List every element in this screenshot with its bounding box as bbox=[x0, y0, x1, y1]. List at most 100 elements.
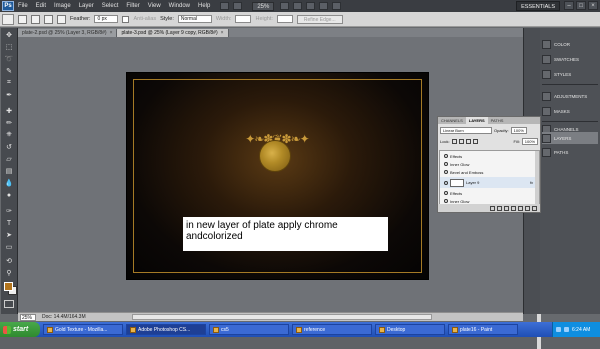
foreground-color-swatch[interactable] bbox=[4, 282, 13, 291]
marquee-tool-preset-icon[interactable] bbox=[2, 13, 14, 25]
dock-styles[interactable]: STYLES bbox=[542, 68, 598, 80]
lock-all-icon[interactable] bbox=[472, 139, 478, 144]
arrange-documents-icon[interactable] bbox=[319, 2, 329, 10]
menu-edit[interactable]: Edit bbox=[32, 0, 50, 12]
add-style-icon[interactable] bbox=[497, 205, 502, 211]
visibility-eye-icon[interactable] bbox=[444, 191, 448, 195]
task-firefox[interactable]: Gold Texture - Mozilla... bbox=[43, 324, 123, 335]
subtract-selection-icon[interactable] bbox=[44, 14, 53, 24]
tab-channels[interactable]: CHANNELS bbox=[438, 117, 466, 124]
task-cs5[interactable]: cs5 bbox=[209, 324, 289, 335]
fill-input[interactable]: 100% bbox=[521, 138, 538, 145]
3d-rotate-tool-icon[interactable]: ⟲ bbox=[3, 256, 15, 266]
task-photoshop[interactable]: Adobe Photoshop CS... bbox=[126, 324, 206, 335]
intersect-selection-icon[interactable] bbox=[57, 14, 66, 24]
opacity-input[interactable]: 100% bbox=[510, 127, 527, 134]
canvas[interactable]: ✦❧✽❦✽❧✦ in new layer of plate apply chro… bbox=[126, 72, 429, 280]
visibility-eye-icon[interactable] bbox=[444, 199, 448, 203]
gradient-tool-icon[interactable]: ▤ bbox=[3, 166, 15, 176]
style-select[interactable]: Normal bbox=[177, 15, 212, 23]
adjustment-layer-icon[interactable] bbox=[511, 205, 516, 211]
close-icon[interactable]: × bbox=[588, 1, 598, 10]
close-tab-icon[interactable]: × bbox=[221, 29, 224, 37]
task-reference[interactable]: reference bbox=[292, 324, 372, 335]
new-group-icon[interactable] bbox=[518, 205, 523, 211]
feather-input[interactable]: 0 px bbox=[94, 15, 119, 23]
dock-adjustments[interactable]: ADJUSTMENTS bbox=[542, 90, 598, 102]
healing-brush-tool-icon[interactable]: ✚ bbox=[3, 106, 15, 116]
network-icon[interactable] bbox=[556, 327, 561, 332]
tab-plate-2[interactable]: plate-2.psd @ 25% (Layer 3, RGB/8#) × bbox=[18, 29, 118, 37]
menu-select[interactable]: Select bbox=[98, 0, 123, 12]
history-brush-tool-icon[interactable]: ↺ bbox=[3, 142, 15, 152]
marquee-tool-icon[interactable]: ⬚ bbox=[3, 42, 15, 52]
pen-tool-icon[interactable]: ✑ bbox=[3, 206, 15, 216]
blur-tool-icon[interactable]: 💧 bbox=[3, 178, 15, 188]
clone-stamp-tool-icon[interactable]: ⎈ bbox=[3, 130, 15, 140]
layer-row[interactable]: Layer 9 fx bbox=[440, 177, 536, 188]
move-tool-icon[interactable]: ✥ bbox=[3, 30, 15, 40]
start-button[interactable]: start bbox=[0, 322, 40, 337]
mini-bridge-icon[interactable] bbox=[233, 2, 243, 10]
dock-layers[interactable]: LAYERS bbox=[542, 132, 598, 144]
lock-pixels-icon[interactable] bbox=[458, 139, 464, 144]
menu-image[interactable]: Image bbox=[50, 0, 75, 12]
new-selection-icon[interactable] bbox=[18, 14, 27, 24]
lock-position-icon[interactable] bbox=[465, 139, 471, 144]
layers-scrollbar[interactable] bbox=[535, 151, 539, 204]
visibility-eye-icon[interactable] bbox=[444, 154, 448, 158]
maximize-icon[interactable]: □ bbox=[576, 1, 586, 10]
lasso-tool-icon[interactable]: ➰ bbox=[3, 54, 15, 64]
eraser-tool-icon[interactable]: ▱ bbox=[3, 154, 15, 164]
eyedropper-tool-icon[interactable]: ✒ bbox=[3, 90, 15, 100]
dock-swatches[interactable]: SWATCHES bbox=[542, 53, 598, 65]
effect-inner-glow[interactable]: Inner Glow bbox=[440, 160, 536, 168]
effects-row[interactable]: Effects bbox=[440, 189, 536, 197]
crop-tool-icon[interactable]: ⌗ bbox=[3, 78, 15, 88]
tab-paths[interactable]: PATHS bbox=[488, 117, 507, 124]
zoom-tool-icon[interactable]: ⚲ bbox=[3, 268, 15, 278]
tab-plate-3[interactable]: plate-3.psd @ 25% (Layer 9 copy, RGB/8#)… bbox=[117, 29, 229, 37]
bridge-icon[interactable] bbox=[220, 2, 230, 10]
menu-file[interactable]: File bbox=[14, 0, 32, 12]
rotate-view-icon[interactable] bbox=[306, 2, 316, 10]
hand-tool-icon[interactable] bbox=[280, 2, 290, 10]
task-desktop[interactable]: Desktop bbox=[375, 324, 445, 335]
path-selection-tool-icon[interactable]: ➤ bbox=[3, 230, 15, 240]
new-layer-icon[interactable] bbox=[525, 205, 530, 211]
menu-view[interactable]: View bbox=[144, 0, 165, 12]
volume-icon[interactable] bbox=[564, 327, 569, 332]
add-to-selection-icon[interactable] bbox=[31, 14, 40, 24]
menu-help[interactable]: Help bbox=[194, 0, 214, 12]
visibility-eye-icon[interactable] bbox=[444, 170, 448, 174]
dodge-tool-icon[interactable]: ● bbox=[3, 190, 15, 200]
zoom-tool-icon[interactable] bbox=[293, 2, 303, 10]
effects-row[interactable]: Effects bbox=[440, 152, 536, 160]
visibility-eye-icon[interactable] bbox=[444, 180, 448, 185]
clock[interactable]: 6:24 AM bbox=[572, 327, 590, 333]
dock-paths[interactable]: PATHS bbox=[542, 146, 598, 158]
height-input[interactable] bbox=[276, 15, 293, 23]
width-input[interactable] bbox=[235, 15, 252, 23]
dock-color[interactable]: COLOR bbox=[542, 38, 598, 50]
quick-selection-tool-icon[interactable]: ✎ bbox=[3, 66, 15, 76]
zoom-level-dropdown[interactable]: 25% bbox=[252, 1, 275, 11]
menu-window[interactable]: Window bbox=[165, 0, 194, 12]
refine-edge-button[interactable]: Refine Edge... bbox=[296, 14, 343, 24]
workspace-switcher[interactable]: ESSENTIALS bbox=[516, 1, 560, 11]
quick-mask-icon[interactable] bbox=[4, 300, 14, 308]
lock-transparency-icon[interactable] bbox=[451, 139, 457, 144]
visibility-eye-icon[interactable] bbox=[444, 162, 448, 166]
horizontal-scrollbar[interactable] bbox=[131, 314, 432, 320]
tab-layers[interactable]: LAYERS bbox=[465, 117, 488, 124]
status-zoom-field[interactable]: 25% bbox=[20, 313, 36, 321]
add-mask-icon[interactable] bbox=[504, 205, 509, 211]
brush-tool-icon[interactable]: ✏ bbox=[3, 118, 15, 128]
type-tool-icon[interactable]: T bbox=[3, 218, 15, 228]
shape-tool-icon[interactable]: ▭ bbox=[3, 242, 15, 252]
minimize-icon[interactable]: – bbox=[564, 1, 574, 10]
close-tab-icon[interactable]: × bbox=[110, 29, 113, 37]
effect-bevel-emboss[interactable]: Bevel and Emboss bbox=[440, 168, 536, 176]
blend-mode-select[interactable]: Linear Burn bbox=[440, 127, 492, 134]
task-paint[interactable]: plate16 - Paint bbox=[448, 324, 518, 335]
